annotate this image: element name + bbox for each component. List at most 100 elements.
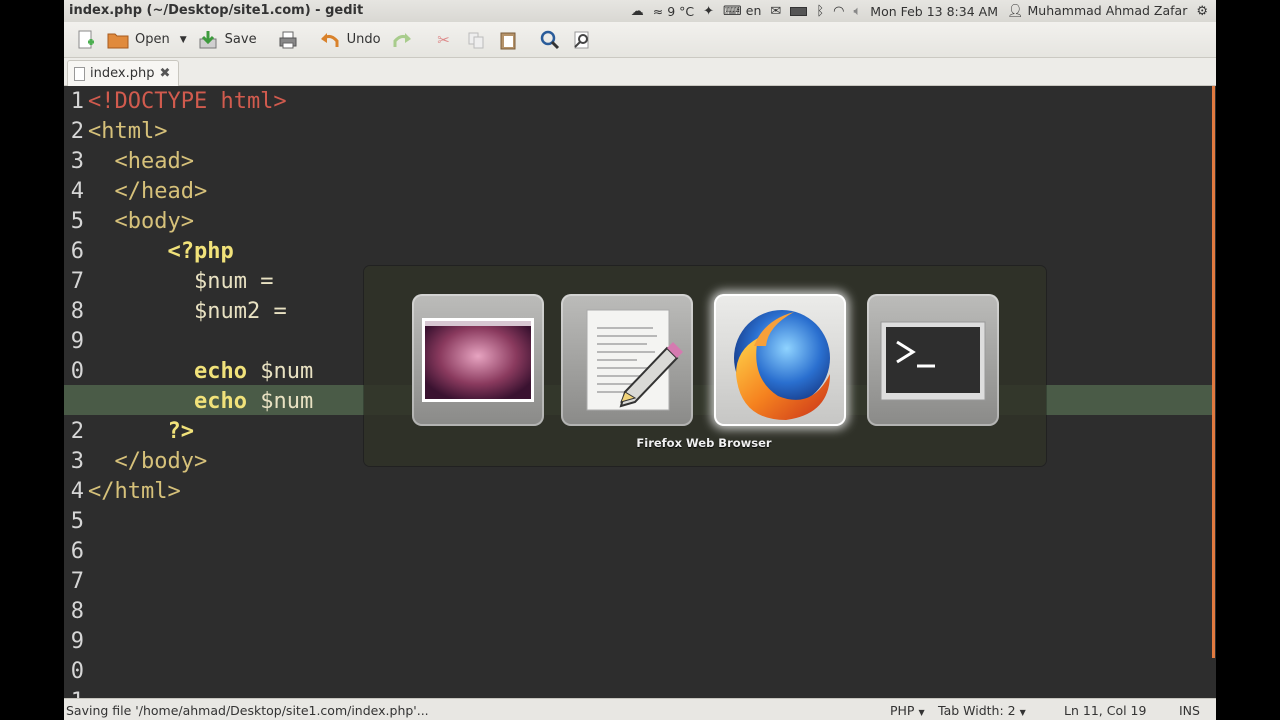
- code-line: <body>: [88, 207, 1214, 237]
- top-panel: index.php (~/Desktop/site1.com) - gedit …: [64, 0, 1216, 22]
- battery-icon[interactable]: [790, 6, 808, 16]
- toolbar: Open ▼ Save Undo ✂: [64, 22, 1216, 58]
- wifi-icon[interactable]: ◠: [833, 4, 844, 19]
- find-replace-icon: [571, 29, 593, 51]
- window-title: index.php (~/Desktop/site1.com) - gedit: [69, 3, 364, 18]
- code-text: echo $num: [193, 389, 314, 414]
- line-number: 5: [70, 209, 84, 234]
- switcher-active-label: Firefox Web Browser: [636, 436, 772, 450]
- new-button[interactable]: [70, 25, 102, 55]
- tab-index-php[interactable]: index.php ✖: [67, 60, 180, 86]
- tab-width-selector[interactable]: Tab Width: 2 ▼: [938, 703, 1026, 718]
- status-message: Saving file '/home/ahmad/Desktop/site1.c…: [66, 703, 429, 718]
- printer-icon: [277, 29, 299, 51]
- save-button[interactable]: Save: [192, 25, 262, 55]
- new-document-icon: [75, 29, 97, 51]
- language-label: PHP: [890, 703, 915, 718]
- line-number: 0: [70, 359, 84, 384]
- line-number: 0: [70, 659, 84, 684]
- copy-button[interactable]: [460, 25, 492, 55]
- code-line: <!DOCTYPE html>: [88, 87, 1214, 117]
- line-number: 1: [70, 89, 84, 114]
- code-text: </head>: [114, 179, 208, 204]
- code-line: <?php: [88, 237, 1214, 267]
- code-text: <!DOCTYPE html>: [88, 89, 287, 114]
- statusbar: Saving file '/home/ahmad/Desktop/site1.c…: [64, 698, 1216, 720]
- code-line: </head>: [88, 177, 1214, 207]
- copy-icon: [465, 29, 487, 51]
- firefox-icon: [734, 310, 830, 420]
- switcher-item-terminal[interactable]: [867, 294, 999, 426]
- user-menu[interactable]: 👤︎ Muhammad Ahmad Zafar: [1007, 3, 1187, 19]
- line-number: 6: [70, 539, 84, 564]
- tab-width-label: Tab Width: 2: [938, 703, 1016, 718]
- open-dropdown-button[interactable]: ▼: [175, 25, 192, 55]
- language-selector[interactable]: PHP ▼: [890, 703, 925, 718]
- bluetooth-icon[interactable]: ᛒ: [816, 4, 824, 19]
- paste-button[interactable]: [492, 25, 524, 55]
- mail-icon[interactable]: ✉: [770, 4, 781, 19]
- clock[interactable]: Mon Feb 13 8:34 AM: [870, 4, 998, 19]
- code-text: </body>: [114, 449, 208, 474]
- code-text: <head>: [114, 149, 194, 174]
- switcher-item-gedit[interactable]: [561, 294, 693, 426]
- code-text: ?>: [167, 419, 194, 444]
- line-number: 7: [70, 269, 84, 294]
- line-number: 9: [70, 329, 84, 354]
- close-icon[interactable]: ✖: [159, 66, 170, 81]
- code-line: <html>: [88, 117, 1214, 147]
- search-icon: [539, 29, 561, 51]
- cut-button[interactable]: ✂: [428, 25, 460, 55]
- open-button[interactable]: Open: [102, 25, 175, 55]
- undo-label: Undo: [346, 32, 381, 47]
- app-switcher: Firefox Web Browser: [364, 266, 1046, 466]
- desktop-icon: [422, 318, 534, 402]
- keyboard-indicator[interactable]: ⌨ en: [723, 3, 761, 19]
- cloud-icon[interactable]: ☁: [631, 4, 644, 19]
- keyboard-icon: ⌨: [723, 4, 742, 19]
- dropbox-icon[interactable]: ✦: [703, 4, 714, 19]
- code-line: </html>: [88, 477, 1214, 507]
- document-tabbar: index.php ✖: [64, 58, 1216, 86]
- find-replace-button[interactable]: [566, 25, 598, 55]
- weather-temp: 9 °C: [667, 3, 695, 19]
- print-button[interactable]: [272, 25, 304, 55]
- terminal-icon: [880, 321, 986, 401]
- volume-muted-icon[interactable]: 🔈︎: [853, 4, 861, 19]
- line-number: 8: [70, 299, 84, 324]
- line-number: 8: [70, 599, 84, 624]
- language-code: en: [745, 3, 762, 18]
- user-name: Muhammad Ahmad Zafar: [1027, 3, 1188, 18]
- chevron-down-icon: ▼: [179, 34, 187, 45]
- text-editor-icon: [586, 309, 683, 411]
- gear-icon[interactable]: ⚙: [1196, 4, 1208, 19]
- chevron-down-icon: ▼: [918, 708, 925, 717]
- screen: index.php (~/Desktop/site1.com) - gedit …: [64, 0, 1216, 720]
- line-number: 3: [70, 149, 84, 174]
- save-label: Save: [224, 32, 257, 47]
- find-button[interactable]: [534, 25, 566, 55]
- switcher-item-desktop[interactable]: [412, 294, 544, 426]
- cursor-position: Ln 11, Col 19: [1064, 703, 1147, 718]
- indicator-area: ☁ ≈ 9 °C ✦ ⌨ en ✉ ᛒ ◠ 🔈︎ Mon Feb 13 8:34…: [631, 2, 1208, 20]
- weather-indicator[interactable]: ≈ 9 °C: [653, 4, 694, 19]
- right-margin-line: [1212, 86, 1215, 658]
- line-number: 1: [71, 687, 84, 698]
- document-icon: [74, 66, 85, 81]
- undo-button[interactable]: Undo: [314, 25, 386, 55]
- tab-label: index.php: [90, 66, 155, 81]
- folder-icon: [107, 29, 129, 51]
- undo-icon: [319, 29, 341, 51]
- redo-button[interactable]: [386, 25, 418, 55]
- chevron-down-icon: ▼: [1019, 708, 1026, 717]
- code-line: <head>: [88, 147, 1214, 177]
- code-text: $num =: [193, 269, 287, 294]
- code-text: <body>: [114, 209, 194, 234]
- switcher-item-firefox[interactable]: [714, 294, 846, 426]
- save-icon: [197, 29, 219, 51]
- open-label: Open: [135, 32, 170, 47]
- redo-icon: [391, 29, 413, 51]
- line-number: 4: [70, 179, 84, 204]
- line-number: 2: [70, 419, 84, 444]
- code-text: $num2 =: [193, 299, 300, 324]
